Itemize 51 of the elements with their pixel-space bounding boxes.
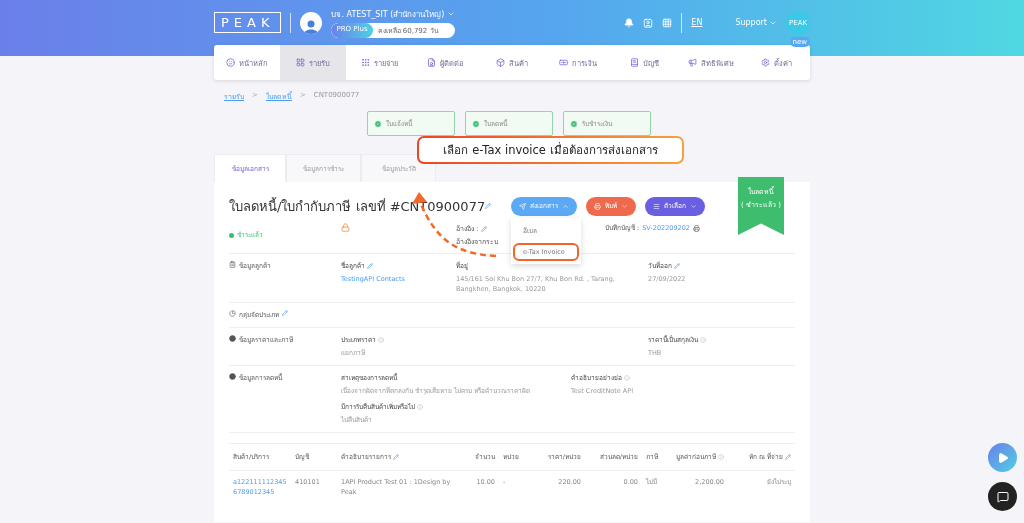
apps-grid-icon[interactable] xyxy=(662,17,673,28)
info-icon xyxy=(718,453,724,460)
menu-icon xyxy=(653,202,660,210)
info-icon xyxy=(417,403,423,410)
banknote-icon xyxy=(559,58,569,67)
language-link[interactable]: EN xyxy=(691,18,703,27)
check-icon xyxy=(373,119,382,128)
chevron-down-icon[interactable] xyxy=(447,10,456,18)
smile-icon xyxy=(226,58,236,67)
megaphone-icon xyxy=(687,58,697,67)
bell-icon[interactable] xyxy=(624,17,635,28)
info-icon xyxy=(624,375,630,382)
edit-icon[interactable] xyxy=(367,263,373,269)
document-title: ใบลดหนี้/ใบกำกับภาษี เลขที่ #CNT0900077 xyxy=(229,196,486,216)
chevron-up-icon[interactable] xyxy=(562,202,569,210)
printer-icon[interactable] xyxy=(693,224,700,232)
edit-icon[interactable] xyxy=(480,225,487,232)
info-icon xyxy=(378,336,384,343)
play-button[interactable] xyxy=(988,443,1017,472)
contact-card-icon[interactable] xyxy=(643,17,654,28)
avatar[interactable] xyxy=(300,11,323,34)
settings-icon xyxy=(761,58,771,67)
play-icon xyxy=(996,451,1009,464)
check-icon xyxy=(471,119,480,128)
dots-grid-icon xyxy=(361,58,371,67)
info-icon xyxy=(700,336,706,343)
chevron-down-icon[interactable] xyxy=(690,202,697,210)
edit-icon[interactable] xyxy=(485,203,492,209)
check-icon xyxy=(569,119,578,128)
chat-icon xyxy=(996,490,1009,503)
send-icon xyxy=(519,202,526,210)
pie-chart-icon xyxy=(229,309,236,317)
logo[interactable]: PEAK xyxy=(214,12,282,33)
edit-icon[interactable] xyxy=(282,309,288,316)
company-name[interactable]: บจ. ATEST_SIT (สำนักงานใหญ่) xyxy=(331,7,456,21)
edit-icon[interactable] xyxy=(674,263,680,269)
chevron-down-icon[interactable] xyxy=(621,202,628,210)
grid-icon xyxy=(296,58,306,67)
chat-button[interactable] xyxy=(988,482,1017,511)
clipboard-icon xyxy=(229,261,236,268)
dot-icon xyxy=(229,334,236,342)
box-icon xyxy=(496,58,505,67)
book-icon xyxy=(629,58,639,67)
dot-icon xyxy=(229,373,236,381)
contact-file-icon xyxy=(427,58,437,67)
edit-icon[interactable] xyxy=(393,453,399,460)
printer-icon xyxy=(594,202,601,210)
annotation-callout: เลือก e-Tax invoice เมื่อต้องการส่งเอกสาร xyxy=(417,136,684,164)
support-menu[interactable]: Support xyxy=(735,18,777,27)
lock-icon xyxy=(341,223,350,232)
edit-icon[interactable] xyxy=(785,453,791,460)
